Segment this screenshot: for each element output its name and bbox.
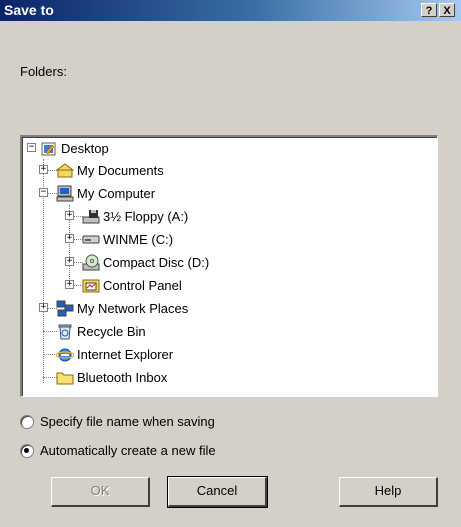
tree-item-bluetooth-inbox[interactable]: Bluetooth Inbox bbox=[22, 366, 422, 388]
folders-label: Folders: bbox=[20, 64, 67, 79]
tree-item-floppy[interactable]: + 3½ Floppy (A:) bbox=[22, 205, 422, 227]
expand-toggle[interactable]: + bbox=[65, 211, 74, 220]
expand-toggle[interactable]: + bbox=[65, 257, 74, 266]
tree-item-label: My Computer bbox=[77, 185, 156, 201]
folder-tree[interactable]: − Desktop + My Documents − My Computer +… bbox=[20, 135, 438, 397]
tree-item-label: Desktop bbox=[61, 140, 109, 156]
dialog-title: Save to bbox=[4, 2, 54, 18]
expand-toggle[interactable]: + bbox=[65, 234, 74, 243]
specify-file-name-option[interactable]: Specify file name when saving bbox=[20, 414, 215, 429]
help-title-button[interactable]: ? bbox=[421, 3, 437, 17]
cancel-button[interactable]: Cancel bbox=[167, 476, 268, 508]
auto-radio[interactable] bbox=[20, 443, 34, 458]
tree-item-winme[interactable]: + WINME (C:) bbox=[22, 228, 422, 250]
collapse-toggle[interactable]: − bbox=[39, 188, 48, 197]
specify-radio[interactable] bbox=[20, 414, 34, 429]
close-title-button[interactable]: X bbox=[439, 3, 455, 17]
tree-item-label: Internet Explorer bbox=[77, 346, 174, 362]
ok-button[interactable]: OK bbox=[51, 477, 150, 507]
tree-item-label: 3½ Floppy (A:) bbox=[103, 208, 189, 224]
specify-label: Specify file name when saving bbox=[40, 414, 215, 429]
control-panel-icon bbox=[82, 277, 100, 294]
tree-item-label: Compact Disc (D:) bbox=[103, 254, 210, 270]
title-bar: Save to ? X bbox=[0, 0, 461, 21]
hard-drive-icon bbox=[82, 231, 100, 248]
recycle-bin-icon bbox=[56, 323, 74, 340]
tree-item-my-computer[interactable]: − My Computer bbox=[22, 182, 422, 204]
auto-label: Automatically create a new file bbox=[40, 443, 216, 458]
tree-item-internet-explorer[interactable]: Internet Explorer bbox=[22, 343, 422, 365]
tree-item-recycle-bin[interactable]: Recycle Bin bbox=[22, 320, 422, 342]
internet-explorer-icon bbox=[55, 346, 75, 363]
tree-item-network-places[interactable]: + My Network Places bbox=[22, 297, 422, 319]
tree-item-control-panel[interactable]: + Control Panel bbox=[22, 274, 422, 296]
tree-item-compact-disc[interactable]: + Compact Disc (D:) bbox=[22, 251, 422, 273]
tree-item-label: My Documents bbox=[77, 162, 164, 178]
cd-drive-icon bbox=[82, 254, 100, 271]
tree-item-desktop[interactable]: − Desktop bbox=[22, 137, 422, 159]
help-button[interactable]: Help bbox=[339, 477, 438, 507]
tree-item-label: Control Panel bbox=[103, 277, 182, 293]
tree-item-label: WINME (C:) bbox=[103, 231, 174, 247]
floppy-drive-icon bbox=[82, 208, 100, 225]
network-places-icon bbox=[56, 300, 74, 317]
my-computer-icon bbox=[56, 185, 74, 202]
tree-item-label: Bluetooth Inbox bbox=[77, 369, 168, 385]
expand-toggle[interactable]: + bbox=[65, 280, 74, 289]
auto-create-file-option[interactable]: Automatically create a new file bbox=[20, 443, 216, 458]
tree-item-label: My Network Places bbox=[77, 300, 189, 316]
tree-item-label: Recycle Bin bbox=[77, 323, 146, 339]
desktop-icon bbox=[40, 140, 58, 157]
folder-icon bbox=[56, 369, 74, 386]
my-documents-icon bbox=[55, 162, 75, 179]
expand-toggle[interactable]: + bbox=[39, 303, 48, 312]
tree-item-my-documents[interactable]: + My Documents bbox=[22, 159, 422, 181]
collapse-toggle[interactable]: − bbox=[27, 143, 36, 152]
expand-toggle[interactable]: + bbox=[39, 165, 48, 174]
